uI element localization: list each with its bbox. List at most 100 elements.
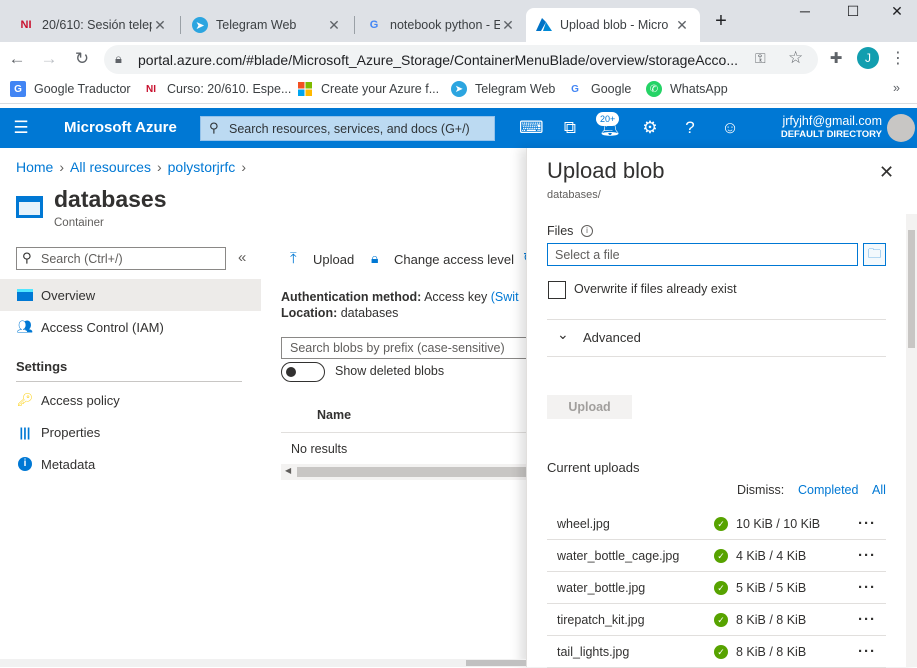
global-search-input[interactable]: ⚲ Search resources, services, and docs (… <box>200 116 495 141</box>
collapse-menu-icon[interactable]: « <box>238 249 246 266</box>
browse-folder-icon[interactable]: 🗀 <box>863 243 886 266</box>
forward-icon[interactable]: → <box>38 48 60 70</box>
lock-icon: 🔒︎ <box>371 250 379 266</box>
nav-item-overview[interactable]: Overview <box>0 279 261 311</box>
tab-divider <box>180 16 181 34</box>
search-icon: ⚲ <box>209 120 219 135</box>
info-icon[interactable]: i <box>581 225 593 237</box>
upload-file-name: tail_lights.jpg <box>557 644 630 659</box>
change-access-level-button[interactable]: Change access level <box>394 252 514 267</box>
back-icon[interactable]: ← <box>6 48 28 70</box>
breadcrumb-storage-account[interactable]: polystorjrfc <box>168 159 236 175</box>
reload-icon[interactable]: ↻ <box>71 48 93 70</box>
hamburger-menu-icon[interactable]: ☰ <box>10 117 32 139</box>
upload-submit-button[interactable]: Upload <box>547 395 632 419</box>
auth-method-row: Authentication method: Access key (Swit <box>281 290 519 304</box>
bookmarks-overflow-icon[interactable]: » <box>893 81 900 95</box>
nav-item-label: Access Control (IAM) <box>41 319 164 335</box>
more-options-icon[interactable]: ··· <box>858 579 876 596</box>
bookmark-google[interactable]: G Google <box>567 81 631 97</box>
no-results-text: No results <box>291 442 348 456</box>
scrollbar-thumb[interactable] <box>466 660 526 666</box>
azure-brand[interactable]: Microsoft Azure <box>64 119 177 136</box>
bookmark-azure-free[interactable]: Create your Azure f... <box>297 81 439 97</box>
upload-row: tail_lights.jpg ✓ 8 KiB / 8 KiB ··· <box>547 636 886 668</box>
account-menu[interactable]: jrfyjhf@gmail.com DEFAULT DIRECTORY <box>760 114 882 140</box>
auth-switch-link[interactable]: (Swit <box>491 290 519 304</box>
success-check-icon: ✓ <box>714 580 728 595</box>
info-icon: i <box>16 455 34 473</box>
breadcrumb-home[interactable]: Home <box>16 159 53 175</box>
chevron-down-icon[interactable]: ⌄ <box>557 326 569 343</box>
column-header-name[interactable]: Name <box>317 408 351 422</box>
close-window-icon[interactable]: ✕ <box>882 3 912 23</box>
auth-label: Authentication method: <box>281 290 422 304</box>
minimize-icon[interactable]: ─ <box>790 3 820 23</box>
browser-tab-upload-blob[interactable]: Upload blob - Micro ✕ <box>526 8 700 42</box>
directory-filter-icon[interactable]: ⧉ <box>559 117 581 139</box>
feedback-smiley-icon[interactable]: ☺ <box>719 117 741 139</box>
more-options-icon[interactable]: ··· <box>858 547 876 564</box>
tab-title: Telegram Web <box>216 18 297 32</box>
divider <box>547 319 886 320</box>
search-placeholder: Search blobs by prefix (case-sensitive) <box>290 341 505 355</box>
notification-badge: 20+ <box>596 112 620 126</box>
nav-item-access-control[interactable]: 👥︎ Access Control (IAM) <box>0 311 261 343</box>
page-horizontal-scrollbar[interactable] <box>0 659 526 667</box>
settings-gear-icon[interactable]: ⚙ <box>639 117 661 139</box>
user-email: jrfyjhf@gmail.com <box>782 114 882 128</box>
key-icon[interactable]: ⚿ <box>755 50 766 67</box>
advanced-section-toggle[interactable]: Advanced <box>583 330 641 345</box>
user-directory: DEFAULT DIRECTORY <box>780 129 882 140</box>
scrollbar-thumb[interactable] <box>297 467 526 477</box>
translate-icon: G <box>10 81 26 97</box>
bookmark-curso[interactable]: NI Curso: 20/610. Espe... <box>143 81 291 97</box>
extensions-icon[interactable]: ✚ <box>825 48 847 70</box>
overwrite-checkbox[interactable] <box>548 281 566 299</box>
new-tab-icon[interactable]: + <box>706 10 736 32</box>
more-options-icon[interactable]: ··· <box>858 643 876 660</box>
help-icon[interactable]: ? <box>679 117 701 139</box>
bookmark-telegram[interactable]: ➤ Telegram Web <box>451 81 555 97</box>
close-tab-icon[interactable]: ✕ <box>326 17 342 34</box>
dismiss-all-link[interactable]: All <box>872 483 886 497</box>
nav-item-access-policy[interactable]: 🔑︎ Access policy <box>0 384 261 416</box>
breadcrumb-chevron-icon: › <box>241 159 246 175</box>
user-avatar[interactable] <box>887 114 915 142</box>
file-select-input[interactable]: Select a file <box>547 243 858 266</box>
bookmark-label: WhatsApp <box>670 82 728 96</box>
profile-avatar[interactable]: J <box>857 47 879 69</box>
breadcrumb: Home › All resources › polystorjrfc › <box>16 159 246 175</box>
blob-prefix-search-input[interactable]: Search blobs by prefix (case-sensitive) <box>281 337 526 359</box>
panel-title: Upload blob <box>547 158 665 183</box>
cloud-shell-icon[interactable]: ⌨ <box>519 117 544 139</box>
more-options-icon[interactable]: ··· <box>858 611 876 628</box>
bookmark-google-traductor[interactable]: G Google Traductor <box>10 81 131 97</box>
menu-search-input[interactable]: ⚲ Search (Ctrl+/) <box>16 247 226 270</box>
upload-file-name: water_bottle_cage.jpg <box>557 548 680 563</box>
horizontal-scrollbar[interactable]: ◀ <box>281 464 526 480</box>
lock-icon[interactable]: 🔒︎ <box>115 51 122 67</box>
close-icon[interactable]: ✕ <box>879 162 894 183</box>
menu-icon[interactable]: ⋮ <box>887 48 909 70</box>
browser-tab-telegram[interactable]: ➤ Telegram Web ✕ <box>182 8 352 42</box>
scroll-left-icon[interactable]: ◀ <box>285 466 291 475</box>
close-tab-icon[interactable]: ✕ <box>152 17 168 34</box>
address-bar[interactable]: 🔒︎ portal.azure.com/#blade/Microsoft_Azu… <box>104 45 818 74</box>
bookmark-whatsapp[interactable]: ✆ WhatsApp <box>646 81 728 97</box>
browser-tab-sesion[interactable]: NI 20/610: Sesión telep ✕ <box>8 8 178 42</box>
maximize-icon[interactable]: ☐ <box>838 3 868 23</box>
upload-button[interactable]: Upload <box>313 252 354 267</box>
nav-item-properties[interactable]: ||| Properties <box>0 416 261 448</box>
close-tab-icon[interactable]: ✕ <box>674 17 690 34</box>
more-options-icon[interactable]: ··· <box>858 515 876 532</box>
star-icon[interactable]: ☆ <box>788 48 803 68</box>
close-tab-icon[interactable]: ✕ <box>500 17 516 34</box>
scrollbar-thumb[interactable] <box>908 230 915 348</box>
show-deleted-toggle[interactable] <box>281 362 325 382</box>
panel-scrollbar[interactable] <box>906 214 917 667</box>
breadcrumb-all-resources[interactable]: All resources <box>70 159 151 175</box>
dismiss-completed-link[interactable]: Completed <box>798 483 858 497</box>
nav-item-metadata[interactable]: i Metadata <box>0 448 261 480</box>
browser-tab-notebook[interactable]: G notebook python - E ✕ <box>356 8 526 42</box>
